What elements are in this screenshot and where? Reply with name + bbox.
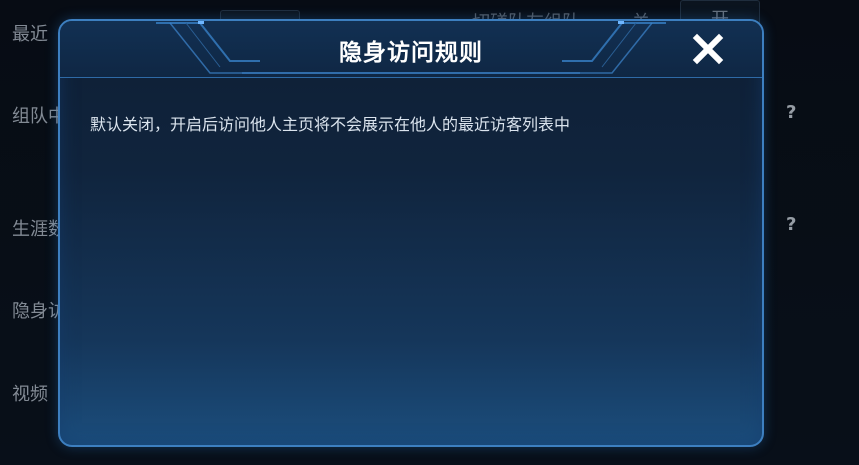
close-icon xyxy=(692,33,724,65)
stealth-visit-rules-dialog: 隐身访问规则 默认关闭，开启后访问他人主页将不会展示在他人的最近访客列表中 xyxy=(58,19,764,447)
dialog-title: 隐身访问规则 xyxy=(339,40,483,66)
close-button[interactable] xyxy=(690,31,726,67)
dialog-header: 隐身访问规则 xyxy=(60,21,762,78)
rule-description: 默认关闭，开启后访问他人主页将不会展示在他人的最近访客列表中 xyxy=(90,115,571,134)
